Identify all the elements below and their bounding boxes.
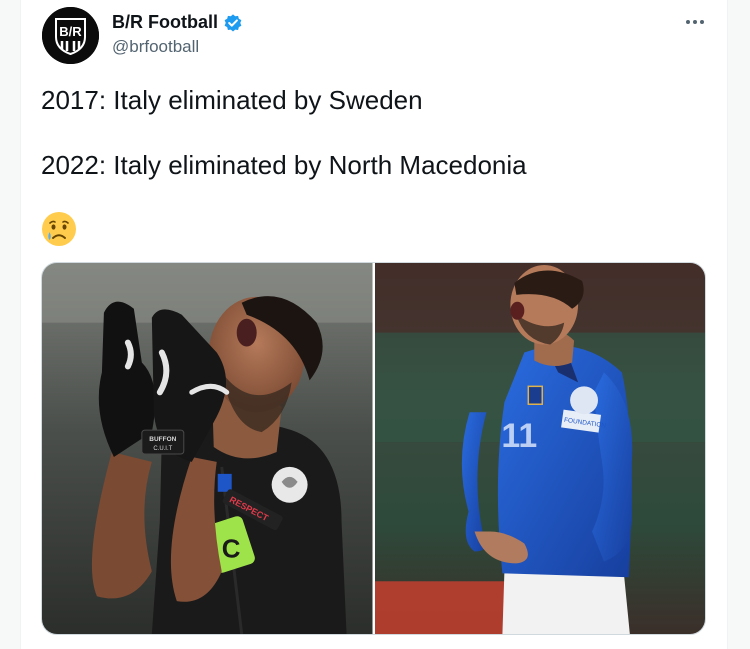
tweet-card: B/R B/R Football @brfootball 2017: Italy…	[20, 0, 728, 649]
crying-face-emoji-icon	[42, 212, 76, 246]
author-display-name[interactable]: B/R Football	[112, 12, 218, 33]
tweet-media-grid: C RESPECT BUFFON C.U.I.T FOUNDATION 11	[41, 262, 706, 635]
glove-label-line2: C.U.I.T	[153, 446, 172, 452]
avatar-text: B/R	[59, 24, 82, 39]
br-logo-icon: B/R	[42, 7, 99, 64]
author-name-row: B/R Football	[112, 12, 243, 33]
outfield-player-photo-icon: FOUNDATION 11	[374, 263, 705, 634]
tweet-text-line: 2017: Italy eliminated by Sweden	[41, 85, 423, 115]
tweet-text-line: 2022: Italy eliminated by North Macedoni…	[41, 150, 527, 180]
author-avatar[interactable]: B/R	[42, 7, 99, 64]
goalkeeper-photo-icon: C RESPECT BUFFON C.U.I.T	[42, 263, 373, 634]
glove-label-line1: BUFFON	[149, 436, 176, 443]
more-options-icon[interactable]	[681, 8, 709, 36]
media-photo-left[interactable]: C RESPECT BUFFON C.U.I.T	[42, 263, 373, 634]
verified-badge-icon	[224, 13, 242, 32]
armband-text: C	[222, 535, 241, 563]
author-handle[interactable]: @brfootball	[112, 37, 199, 57]
media-photo-right[interactable]: FOUNDATION 11	[374, 263, 705, 634]
svg-text:11: 11	[501, 417, 537, 455]
